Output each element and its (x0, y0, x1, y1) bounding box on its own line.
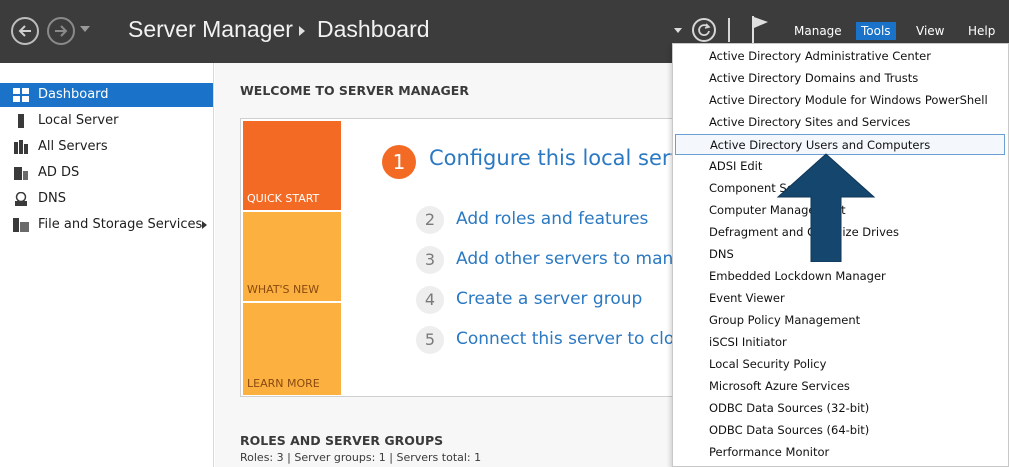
tile-whats-new[interactable]: WHAT'S NEW (243, 212, 341, 301)
sidebar-item-label: DNS (38, 191, 66, 206)
dns-icon (15, 192, 27, 206)
tile-label: LEARN MORE (247, 377, 320, 390)
step-number: 3 (416, 246, 444, 274)
history-dropdown-icon[interactable] (80, 26, 90, 32)
sidebar-item-label: All Servers (38, 139, 108, 154)
step-number: 4 (416, 286, 444, 314)
tools-menu-item[interactable]: Active Directory Domains and Trusts (675, 68, 1005, 89)
tile-quick-start[interactable]: QUICK START (243, 121, 341, 210)
menu-manage[interactable]: Manage (789, 22, 847, 40)
tools-menu-item[interactable]: Microsoft Azure Services (675, 376, 1005, 397)
step-2-link[interactable]: Add roles and features (456, 209, 648, 229)
welcome-heading: WELCOME TO SERVER MANAGER (240, 83, 469, 98)
step-1-link[interactable]: Configure this local server (429, 146, 705, 170)
tools-menu-item[interactable]: ODBC Data Sources (64-bit) (675, 420, 1005, 441)
sidebar-item-label: Dashboard (38, 87, 109, 102)
sidebar-item-all-servers[interactable]: All Servers (0, 135, 213, 159)
sidebar-item-local-server[interactable]: Local Server (0, 109, 213, 133)
step-number: 2 (416, 206, 444, 234)
breadcrumb-separator-icon (299, 26, 305, 36)
tools-menu-item[interactable]: Local Security Policy (675, 354, 1005, 375)
servers-icon (14, 140, 28, 154)
tools-menu-item[interactable]: Embedded Lockdown Manager (675, 266, 1005, 287)
chevron-right-icon[interactable] (202, 221, 207, 229)
tools-menu-item[interactable]: Event Viewer (675, 288, 1005, 309)
sidebar-item-label: File and Storage Services (38, 217, 203, 232)
flag-icon[interactable] (750, 14, 770, 44)
sidebar-item-ad-ds[interactable]: AD DS (0, 161, 213, 185)
step-4-link[interactable]: Create a server group (456, 289, 642, 309)
app-title: Server Manager (128, 16, 293, 42)
server-icon (18, 114, 24, 128)
refresh-button[interactable] (692, 18, 716, 42)
step-number: 5 (416, 326, 444, 354)
sidebar-item-file-and-storage[interactable]: File and Storage Services (0, 213, 213, 237)
sidebar: Dashboard Local Server All Servers AD DS… (0, 63, 214, 467)
menu-view[interactable]: View (911, 22, 949, 40)
sidebar-item-label: Local Server (38, 113, 119, 128)
roles-summary: Roles: 3 | Server groups: 1 | Servers to… (240, 451, 482, 464)
dashboard-icon (13, 88, 29, 102)
menu-tools[interactable]: Tools (856, 22, 896, 40)
step-1-number: 1 (382, 145, 416, 179)
tools-menu-item[interactable]: Performance Monitor (675, 442, 1005, 463)
sidebar-item-dashboard[interactable]: Dashboard (0, 83, 213, 107)
tools-menu-item[interactable]: Active Directory Sites and Services (675, 112, 1005, 133)
welcome-panel: QUICK START WHAT'S NEW LEARN MORE 1 Conf… (240, 118, 771, 397)
menu-help[interactable]: Help (963, 22, 1000, 40)
sidebar-item-dns[interactable]: DNS (0, 187, 213, 211)
tile-learn-more[interactable]: LEARN MORE (243, 303, 341, 395)
step-3-link[interactable]: Add other servers to manage (456, 249, 705, 269)
back-arrow-icon (18, 25, 31, 37)
tile-label: WHAT'S NEW (247, 283, 320, 296)
forward-button[interactable] (47, 17, 75, 45)
roles-heading: ROLES AND SERVER GROUPS (240, 433, 444, 448)
tools-menu-item[interactable]: Active Directory Administrative Center (675, 46, 1005, 67)
storage-icon (13, 218, 29, 232)
down-arrow-icon (776, 153, 876, 262)
tools-menu-item[interactable]: ODBC Data Sources (32-bit) (675, 398, 1005, 419)
notifications-dropdown-icon[interactable] (674, 28, 682, 33)
refresh-icon (698, 23, 711, 36)
toolbar-divider (728, 18, 730, 42)
ad-ds-icon (14, 167, 28, 180)
back-button[interactable] (11, 17, 39, 45)
tools-menu-item[interactable]: Active Directory Module for Windows Powe… (675, 90, 1005, 111)
tools-menu-item[interactable]: Group Policy Management (675, 310, 1005, 331)
page-title: Dashboard (317, 16, 430, 42)
tools-menu-item[interactable]: iSCSI Initiator (675, 332, 1005, 353)
tile-label: QUICK START (247, 192, 320, 205)
sidebar-item-label: AD DS (38, 165, 80, 180)
forward-arrow-icon (55, 25, 68, 37)
